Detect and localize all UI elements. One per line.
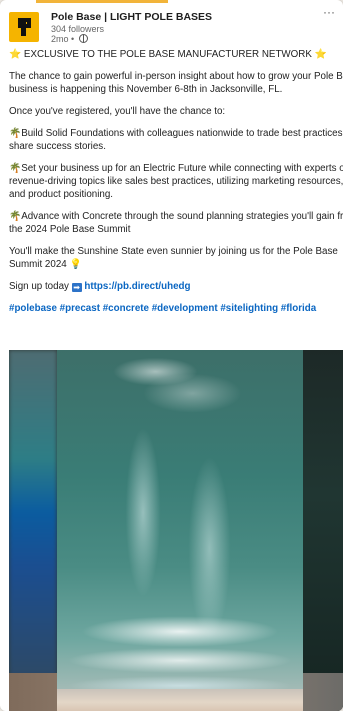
pole-base-logo[interactable] bbox=[9, 12, 39, 42]
paragraph-intro-line2: business is happening this November 6-8t… bbox=[9, 84, 283, 95]
company-name[interactable]: Pole Base | LIGHT POLE BASES bbox=[51, 11, 212, 23]
logo-mark-stem bbox=[21, 20, 26, 36]
headline: ⭐ EXCLUSIVE TO THE POLE BASE MANUFACTURE… bbox=[9, 49, 327, 60]
paragraph-intro-line1: The chance to gain powerful in-person in… bbox=[9, 71, 343, 82]
ocean-waves-video-frame[interactable] bbox=[57, 350, 303, 711]
bullet-foundations-line2: share success stories. bbox=[9, 141, 106, 152]
video-blur-right bbox=[303, 350, 343, 711]
hashtag-sitelighting[interactable]: #sitelighting bbox=[220, 303, 278, 314]
signup-line: Sign up today ➡ https://pb.direct/uhedg bbox=[9, 280, 343, 293]
bullet-concrete-line1: 🌴Advance with Concrete through the sound… bbox=[9, 211, 343, 222]
paragraph-sunshine-line2: Summit 2024 💡 bbox=[9, 259, 82, 270]
paragraph-sunshine: You'll make the Sunshine State even sunn… bbox=[9, 245, 343, 271]
video-blur-left bbox=[9, 350, 57, 711]
post-card: Pole Base | LIGHT POLE BASES 304 followe… bbox=[0, 0, 343, 711]
globe-icon bbox=[78, 34, 88, 43]
video-media[interactable] bbox=[9, 350, 343, 711]
post-meta: 2mo • bbox=[51, 34, 88, 44]
more-options-icon[interactable]: ··· bbox=[323, 5, 335, 19]
bullet-concrete: 🌴Advance with Concrete through the sound… bbox=[9, 210, 343, 236]
bullet-electric-line3: and product positioning. bbox=[9, 189, 114, 200]
hashtag-florida[interactable]: #florida bbox=[281, 303, 316, 314]
hashtag-development[interactable]: #development bbox=[152, 303, 218, 314]
post-body: ⭐ EXCLUSIVE TO THE POLE BASE MANUFACTURE… bbox=[9, 48, 343, 324]
hashtag-precast[interactable]: #precast bbox=[60, 303, 100, 314]
paragraph-registered: Once you've registered, you'll have the … bbox=[9, 106, 226, 117]
paragraph-intro: The chance to gain powerful in-person in… bbox=[9, 70, 343, 96]
signup-prefix: Sign up today bbox=[9, 281, 72, 292]
beach-sand bbox=[57, 689, 303, 711]
arrow-right-icon: ➡ bbox=[71, 283, 82, 292]
bullet-electric-line1: 🌴Set your business up for an Electric Fu… bbox=[9, 163, 343, 174]
post-header: Pole Base | LIGHT POLE BASES 304 followe… bbox=[9, 5, 335, 45]
follower-count: 304 followers bbox=[51, 24, 105, 34]
bullet-concrete-line2: the 2024 Pole Base Summit bbox=[9, 224, 131, 235]
bullet-foundations-line1: 🌴Build Solid Foundations with colleagues… bbox=[9, 128, 343, 139]
signup-link[interactable]: https://pb.direct/uhedg bbox=[84, 281, 190, 292]
paragraph-sunshine-line1: You'll make the Sunshine State even sunn… bbox=[9, 246, 338, 257]
bullet-electric-future: 🌴Set your business up for an Electric Fu… bbox=[9, 162, 343, 201]
hashtag-list: #polebase #precast #concrete #developmen… bbox=[9, 302, 343, 315]
bullet-foundations: 🌴Build Solid Foundations with colleagues… bbox=[9, 127, 343, 153]
top-accent-line bbox=[36, 0, 168, 3]
hashtag-concrete[interactable]: #concrete bbox=[103, 303, 149, 314]
bullet-electric-line2: revenue-driving topics like sales best p… bbox=[9, 176, 343, 187]
hashtag-polebase[interactable]: #polebase bbox=[9, 303, 57, 314]
post-age: 2mo • bbox=[51, 34, 75, 44]
